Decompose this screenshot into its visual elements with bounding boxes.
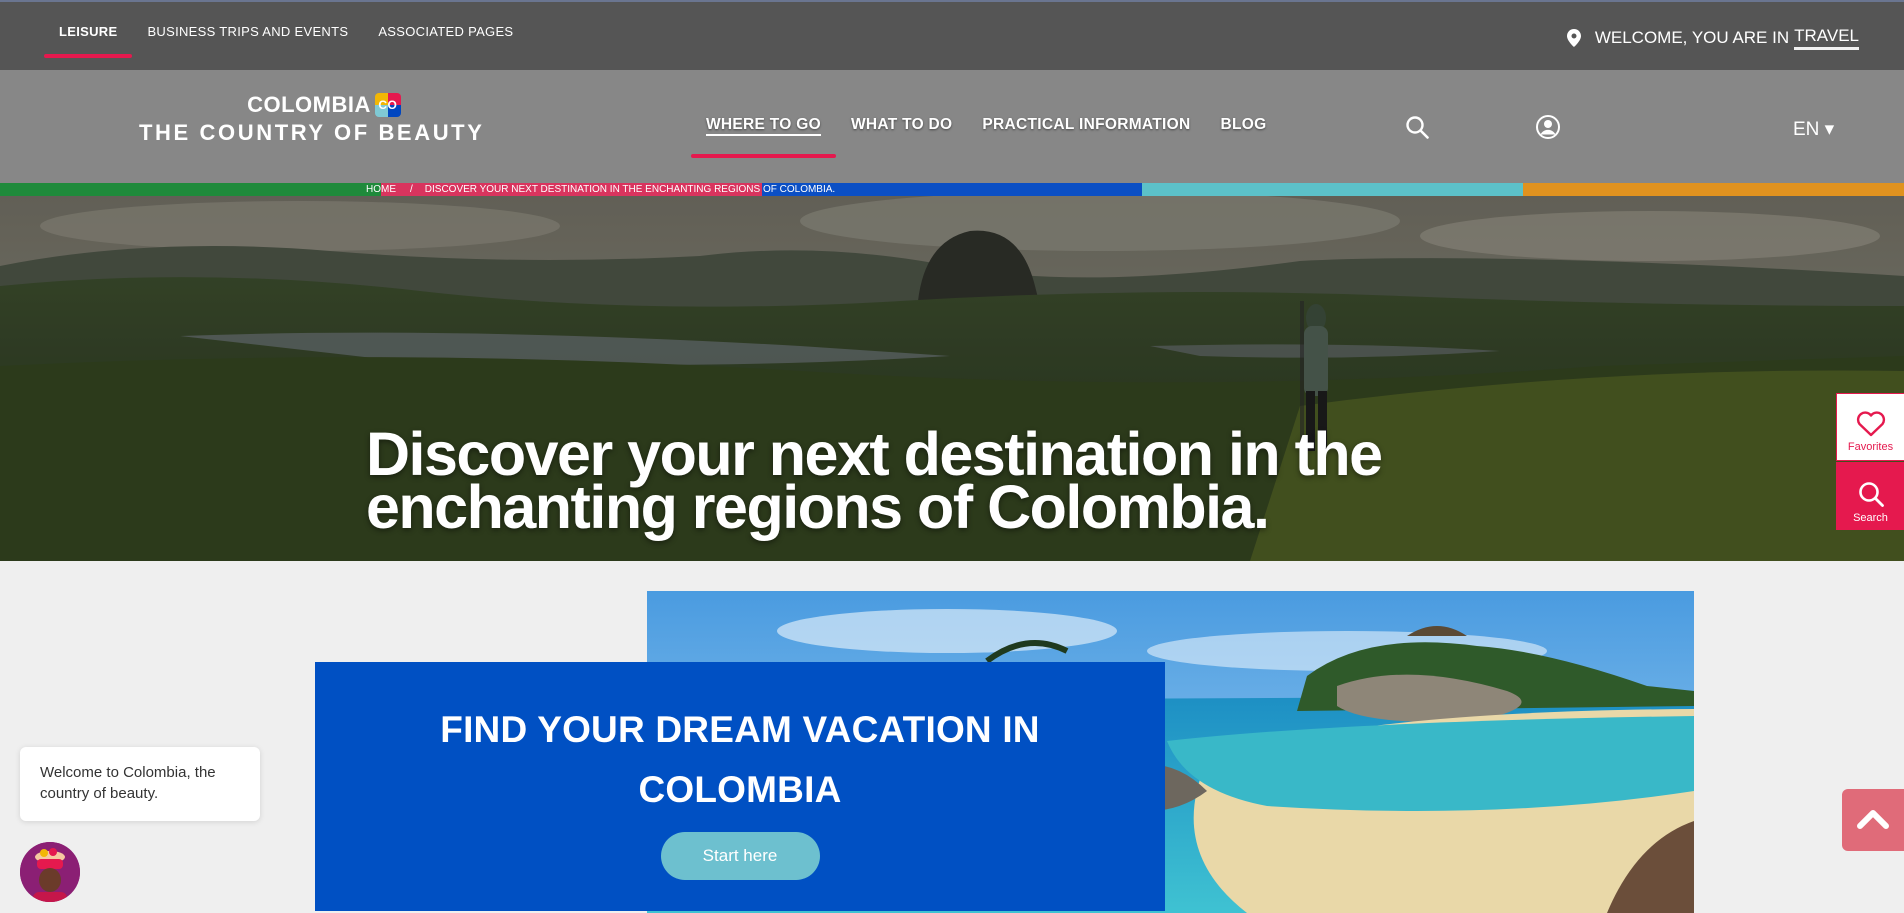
nav-where-to-go-label: WHERE TO GO xyxy=(706,116,821,136)
band-segment-teal xyxy=(1142,183,1524,196)
hero-banner: Discover your next destination in the en… xyxy=(0,196,1904,561)
chat-character-icon xyxy=(20,842,80,902)
side-search-button[interactable]: Search xyxy=(1836,462,1904,530)
tab-business-trips[interactable]: BUSINESS TRIPS AND EVENTS xyxy=(132,2,363,58)
breadcrumb-home[interactable]: HOME xyxy=(366,184,396,195)
nav-links: WHERE TO GO WHAT TO DO PRACTICAL INFORMA… xyxy=(691,70,1281,158)
main-navigation: COLOMBIA CO THE COUNTRY OF BEAUTY WHERE … xyxy=(0,70,1904,183)
tab-leisure[interactable]: LEISURE xyxy=(44,2,133,58)
dream-vacation-title: FIND YOUR DREAM VACATION IN COLOMBIA xyxy=(440,709,1040,810)
start-here-button[interactable]: Start here xyxy=(660,832,820,880)
welcome-travel-link[interactable]: TRAVEL xyxy=(1794,26,1859,50)
band-segment-green xyxy=(0,183,381,196)
language-selector[interactable]: EN ▾ xyxy=(1793,118,1834,141)
tab-associated-pages[interactable]: ASSOCIATED PAGES xyxy=(363,2,528,58)
favorites-label: Favorites xyxy=(1847,441,1894,453)
welcome-text: WELCOME, YOU ARE IN xyxy=(1594,28,1790,47)
location-pin-icon xyxy=(1566,29,1581,47)
chat-welcome-bubble: Welcome to Colombia, the country of beau… xyxy=(20,747,260,821)
logo-co-badge: CO xyxy=(374,93,401,117)
logo-tagline: THE COUNTRY OF BEAUTY xyxy=(139,120,485,145)
heart-icon xyxy=(1856,411,1885,437)
nav-practical-information[interactable]: PRACTICAL INFORMATION xyxy=(967,70,1205,158)
favorites-button[interactable]: Favorites xyxy=(1836,393,1904,461)
nav-where-to-go[interactable]: WHERE TO GO xyxy=(691,70,836,158)
breadcrumb: HOME / DISCOVER YOUR NEXT DESTINATION IN… xyxy=(366,183,835,196)
dream-vacation-card: FIND YOUR DREAM VACATION IN COLOMBIA Sta… xyxy=(315,662,1165,911)
user-account-icon[interactable] xyxy=(1536,115,1560,139)
color-band xyxy=(0,183,1904,196)
search-icon xyxy=(1858,482,1884,507)
search-label: Search xyxy=(1853,512,1888,524)
nav-blog[interactable]: BLOG xyxy=(1206,70,1282,158)
hero-title: Discover your next destination in the en… xyxy=(366,420,1383,541)
band-segment-orange xyxy=(1523,183,1904,196)
breadcrumb-current: DISCOVER YOUR NEXT DESTINATION IN THE EN… xyxy=(424,184,836,195)
logo-colombia: COLOMBIA xyxy=(247,92,371,117)
site-logo[interactable]: COLOMBIA CO THE COUNTRY OF BEAUTY xyxy=(139,92,485,146)
breadcrumb-separator: / xyxy=(410,184,413,195)
welcome-message: WELCOME, YOU ARE IN TRAVEL xyxy=(1566,26,1859,50)
nav-what-to-do[interactable]: WHAT TO DO xyxy=(836,70,967,158)
search-icon[interactable] xyxy=(1405,115,1429,139)
top-bar: LEISURE BUSINESS TRIPS AND EVENTS ASSOCI… xyxy=(0,0,1904,70)
back-to-top-button[interactable] xyxy=(1842,789,1904,851)
chevron-up-icon xyxy=(1857,810,1889,829)
top-tabs: LEISURE BUSINESS TRIPS AND EVENTS ASSOCI… xyxy=(44,2,528,70)
chat-avatar[interactable] xyxy=(20,842,80,902)
